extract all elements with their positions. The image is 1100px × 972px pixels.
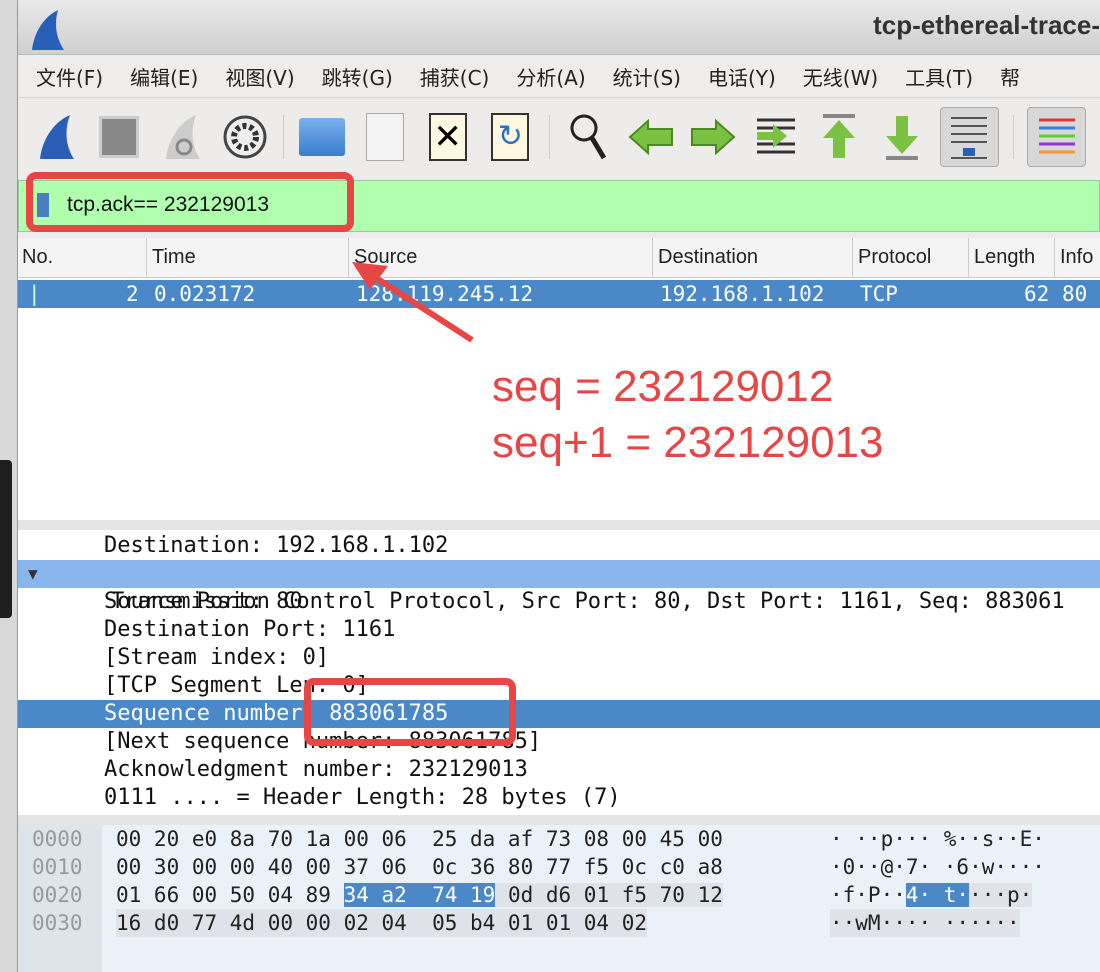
start-capture-icon[interactable] [32,109,81,165]
byte-offset: 0000 [32,827,83,851]
cell-destination: 192.168.1.102 [660,282,825,306]
byte-offset: 0030 [32,911,83,935]
byte-hex-selected[interactable]: 34 a2 74 19 [343,883,496,907]
main-toolbar: ✕ ↻ [18,97,1100,175]
column-info[interactable]: Info [1060,246,1093,269]
menu-edit[interactable]: 编辑(E) [130,62,198,91]
stop-icon[interactable] [95,109,144,165]
byte-hex[interactable]: 00 20 e0 8a 70 1a 00 06 25 da af 73 08 0… [116,825,723,853]
packet-bytes-pane: 0000 00 20 e0 8a 70 1a 00 06 25 da af 73… [18,825,1100,972]
wireshark-logo-icon [32,10,64,50]
menu-analyze[interactable]: 分析(A) [516,62,585,91]
menu-telephony[interactable]: 电话(Y) [708,62,776,91]
cell-time: 0.023172 [154,282,256,306]
detail-header-length[interactable]: 0111 .... = Header Length: 28 bytes (7) [18,784,1100,812]
restart-icon[interactable] [157,109,206,165]
annotation-seq-plus-one: seq+1 = 232129013 [492,418,884,467]
close-file-icon[interactable]: ✕ [423,109,472,165]
byte-ascii[interactable]: ·0··@·7· ·6·w···· [830,853,1045,881]
byte-ascii-selected[interactable]: 4· t· [905,883,970,907]
title-bar: tcp-ethereal-trace- [18,0,1100,55]
open-folder-icon[interactable] [298,109,347,165]
annotation-arrow-icon [352,262,474,343]
menu-statistics[interactable]: 统计(S) [613,62,681,91]
column-protocol[interactable]: Protocol [858,246,931,269]
cell-length: 62 [1024,282,1050,306]
menu-capture[interactable]: 捕获(C) [420,62,490,91]
detail-stream-index[interactable]: [Stream index: 0] [18,644,1100,672]
first-packet-icon[interactable] [815,109,864,165]
background-window-edge [0,0,18,972]
reload-file-icon[interactable]: ↻ [486,109,535,165]
menu-go[interactable]: 跳转(G) [322,62,393,91]
byte-hex[interactable]: 00 30 00 00 40 00 37 06 0c 36 80 77 f5 0… [116,853,723,881]
detail-tcp-header[interactable]: ▼ Transmission Control Protocol, Src Port… [18,560,1100,614]
byte-ascii[interactable]: · ··p··· %··s··E· [830,825,1045,853]
detail-ack-number[interactable]: Acknowledgment number: 232129013 [18,756,1100,784]
annotation-box-sequence [304,678,516,746]
cell-protocol: TCP [860,282,898,306]
autoscroll-icon[interactable] [940,106,999,167]
annotation-seq: seq = 232129012 [492,362,834,411]
window-title: tcp-ethereal-trace- [873,10,1100,40]
detail-destination-port[interactable]: Destination Port: 1161 [18,616,1100,644]
detail-sequence-number[interactable]: Sequence number: 883061785 [18,700,1100,728]
back-arrow-icon[interactable] [626,109,675,165]
byte-ascii[interactable]: ··wM···· ······ [830,909,1020,937]
go-to-packet-icon[interactable] [752,109,801,165]
byte-hex[interactable]: 16 d0 77 4d 00 00 02 04 05 b4 01 01 04 0… [116,909,648,937]
byte-offset: 0010 [32,855,83,879]
detail-next-sequence-number[interactable]: [Next sequence number: 883061785] [18,728,1100,756]
detail-segment-len[interactable]: [TCP Segment Len: 0] [18,672,1100,700]
column-no[interactable]: No. [22,246,53,269]
forward-arrow-icon[interactable] [689,109,738,165]
pane-splitter[interactable] [18,815,1100,825]
detail-source-port[interactable]: Source Port: 80 [18,588,1100,616]
byte-offset: 0020 [32,883,83,907]
byte-ascii[interactable]: ·f·P··4· t····p· [830,881,1033,909]
expand-triangle-icon[interactable]: ▼ [28,560,38,588]
menu-view[interactable]: 视图(V) [225,62,294,91]
menu-wireless[interactable]: 无线(W) [803,62,878,91]
menu-bar: 文件(F) 编辑(E) 视图(V) 跳转(G) 捕获(C) 分析(A) 统计(S… [18,55,1100,97]
menu-tools[interactable]: 工具(T) [905,62,973,91]
options-gear-icon[interactable] [220,109,269,165]
packet-list-header: No. Time Source Destination Protocol Len… [18,238,1100,278]
last-packet-icon[interactable] [877,109,926,165]
pane-splitter[interactable] [18,520,1100,530]
column-length[interactable]: Length [974,246,1035,269]
detail-ip-destination[interactable]: Destination: 192.168.1.102 [18,532,1100,560]
menu-file[interactable]: 文件(F) [36,62,103,91]
cell-no: 2 [126,282,139,306]
annotation-box-filter [26,172,354,232]
packet-row-selected[interactable]: | 2 0.023172 128.119.245.12 192.168.1.10… [18,280,1100,308]
column-time[interactable]: Time [152,246,196,269]
byte-hex[interactable]: 01 66 00 50 04 89 34 a2 74 19 0d d6 01 f… [116,881,723,909]
cell-info: 80 [1062,282,1088,306]
colorize-icon[interactable] [1027,106,1086,167]
file-binary-icon[interactable] [361,109,410,165]
menu-help[interactable]: 帮 [1000,62,1020,91]
find-icon[interactable] [564,109,613,165]
column-destination[interactable]: Destination [658,246,758,269]
packet-details-tree: Destination: 192.168.1.102 ▼ Transmission… [18,530,1100,815]
